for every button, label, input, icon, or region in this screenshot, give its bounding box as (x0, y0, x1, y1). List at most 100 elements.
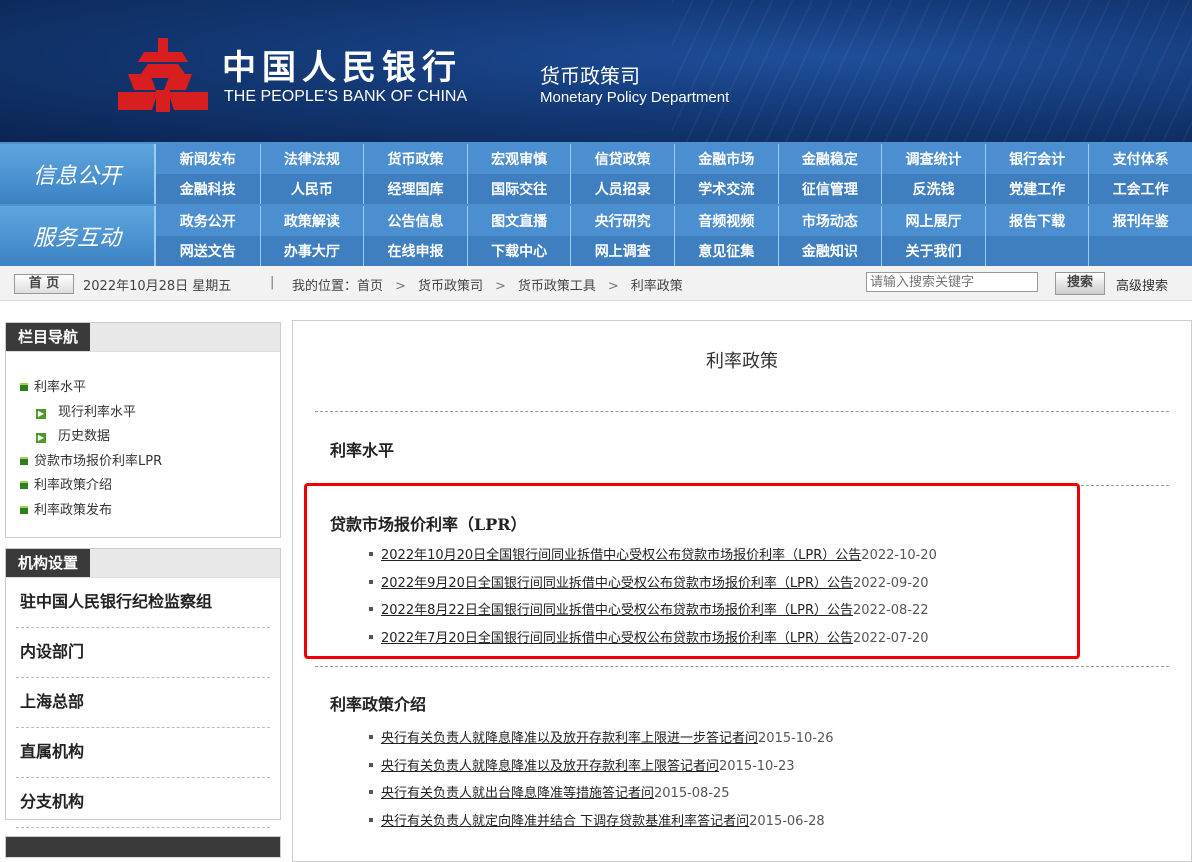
nav-item[interactable]: 音频视频 (673, 206, 778, 236)
article-link[interactable]: 2022年9月20日全国银行间同业拆借中心受权公布贷款市场报价利率（LPR）公告 (381, 576, 853, 591)
org-link[interactable]: 上海总部 (16, 678, 270, 728)
section-title-policy-intro[interactable]: 利率政策介绍 (330, 691, 426, 715)
article-link[interactable]: 央行有关负责人就降息降准以及放开存款利率上限答记者问 (381, 759, 719, 774)
sidebar-nav-item[interactable]: 利率政策介绍 (20, 474, 280, 499)
sidebar-nav-item[interactable]: ▶ 历史数据 (20, 425, 280, 450)
nav-item[interactable]: 工会工作 (1088, 174, 1192, 204)
divider (315, 485, 1169, 486)
banner-decoration (672, 0, 1192, 142)
nav-item[interactable]: 学术交流 (673, 174, 778, 204)
nav-item[interactable]: 政务公开 (156, 206, 260, 236)
org-link[interactable]: 内设部门 (16, 628, 270, 678)
nav-item[interactable]: 调查统计 (881, 144, 985, 174)
nav-category-info[interactable]: 信息公开 (0, 144, 156, 204)
bullet-icon (369, 579, 373, 584)
nav-item[interactable]: 人民币 (259, 174, 364, 204)
org-header: 机构设置 (6, 549, 280, 578)
nav-item[interactable]: 党建工作 (984, 174, 1089, 204)
nav-item[interactable] (984, 236, 1089, 266)
nav-item[interactable]: 办事大厅 (259, 236, 364, 266)
nav-item[interactable]: 关于我们 (881, 236, 985, 266)
arrow-right-icon: ▶ (36, 433, 46, 443)
section-title-lpr[interactable]: 贷款市场报价利率（LPR） (330, 511, 527, 535)
nav-item[interactable]: 报告下载 (984, 206, 1089, 236)
bullet-icon (369, 552, 373, 556)
sidebar-nav-label: 历史数据 (58, 429, 111, 444)
article-link[interactable]: 2022年10月20日全国银行间同业拆借中心受权公布贷款市场报价利率（LPR）公… (381, 548, 861, 563)
bullet-icon (369, 762, 373, 767)
nav-item[interactable]: 网上调查 (570, 236, 674, 266)
sidebar-nav-item[interactable]: ▶ 现行利率水平 (20, 401, 280, 426)
nav-item[interactable]: 报刊年鉴 (1088, 206, 1192, 236)
more-panel (5, 836, 281, 858)
nav-item[interactable]: 金融市场 (673, 144, 778, 174)
breadcrumb-bar: 首 页 2022年10月28日 星期五 | 我的位置：首页 > 货币政策司 > 货币政策… (0, 266, 1192, 301)
column-nav-list: 利率水平 ▶ 现行利率水平 ▶ 历史数据贷款市场报价利率LPR 利率政策介绍 利率政策发布 (6, 352, 280, 523)
article-link[interactable]: 央行有关负责人就出台降息降准等措施答记者问 (381, 786, 654, 801)
advanced-search-link[interactable]: 高级搜索 (1116, 275, 1168, 294)
article-link[interactable]: 央行有关负责人就降息降准以及放开存款利率上限进一步答记者问 (381, 731, 758, 746)
breadcrumb-dept[interactable]: 货币政策司 (418, 279, 483, 294)
list-item: 2022年7月20日全国银行间同业拆借中心受权公布贷款市场报价利率（LPR）公告… (369, 625, 937, 653)
nav-item[interactable]: 宏观审慎 (466, 144, 571, 174)
breadcrumb-home[interactable]: 首页 (357, 279, 383, 294)
nav-item[interactable]: 信贷政策 (570, 144, 674, 174)
divider (315, 666, 1169, 667)
pboc-logo-icon[interactable] (114, 34, 212, 114)
article-date: 2022-10-20 (861, 548, 937, 563)
nav-item[interactable]: 货币政策 (363, 144, 467, 174)
nav-item[interactable] (1088, 236, 1192, 266)
article-link[interactable]: 央行有关负责人就定向降准并结合 下调存贷款基准利率答记者问 (381, 814, 749, 829)
org-link[interactable]: 直属机构 (16, 728, 270, 778)
nav-item[interactable]: 征信管理 (777, 174, 882, 204)
nav-item[interactable]: 公告信息 (363, 206, 467, 236)
list-item: 央行有关负责人就降息降准以及放开存款利率上限答记者问2015-10-23 (369, 753, 834, 781)
main-nav: 信息公开 新闻发布 法律法规 货币政策 宏观审慎 信贷政策 金融市场 金融稳定 调查统计 银行会… (0, 142, 1192, 266)
nav-item[interactable]: 国际交往 (466, 174, 571, 204)
nav-item[interactable]: 下载中心 (466, 236, 571, 266)
nav-item[interactable]: 新闻发布 (156, 144, 260, 174)
nav-item[interactable]: 在线申报 (363, 236, 467, 266)
policy-intro-list: 央行有关负责人就降息降准以及放开存款利率上限进一步答记者问2015-10-26 央… (369, 725, 834, 835)
sidebar-nav-item[interactable]: 利率政策发布 (20, 499, 280, 524)
article-link[interactable]: 2022年8月22日全国银行间同业拆借中心受权公布贷款市场报价利率（LPR）公告 (381, 603, 853, 618)
nav-item[interactable]: 金融稳定 (777, 144, 882, 174)
section-title-rate-level[interactable]: 利率水平 (330, 437, 394, 461)
search-input[interactable] (866, 272, 1038, 292)
sidebar-nav-item[interactable]: 利率水平 (20, 376, 280, 401)
article-date: 2015-10-23 (719, 758, 795, 774)
org-panel: 机构设置 驻中国人民银行纪检监察组 内设部门 上海总部 直属机构 分支机构 (5, 548, 281, 828)
org-link[interactable]: 驻中国人民银行纪检监察组 (16, 578, 270, 628)
nav-item[interactable]: 支付体系 (1088, 144, 1192, 174)
search-button[interactable]: 搜索 (1055, 272, 1105, 295)
nav-item[interactable]: 人员招录 (570, 174, 674, 204)
breadcrumb-current[interactable]: 利率政策 (631, 279, 683, 294)
nav-item[interactable]: 政策解读 (259, 206, 364, 236)
nav-item[interactable]: 银行会计 (984, 144, 1089, 174)
article-link[interactable]: 2022年7月20日全国银行间同业拆借中心受权公布贷款市场报价利率（LPR）公告 (381, 631, 853, 646)
nav-item[interactable]: 反洗钱 (881, 174, 985, 204)
home-button[interactable]: 首 页 (14, 274, 74, 294)
current-date: 2022年10月28日 星期五 (83, 279, 232, 294)
nav-item[interactable]: 金融知识 (777, 236, 882, 266)
nav-item[interactable]: 金融科技 (156, 174, 260, 204)
org-link[interactable]: 分支机构 (16, 778, 270, 828)
chevron-right-icon: > (395, 279, 406, 294)
page-title: 利率政策 (706, 351, 778, 372)
bank-name-en: THE PEOPLE'S BANK OF CHINA (224, 88, 468, 105)
nav-item[interactable]: 网送文告 (156, 236, 260, 266)
article-date: 2015-08-25 (654, 786, 730, 801)
nav-item[interactable]: 图文直播 (466, 206, 571, 236)
location-label: 我的位置： (292, 279, 358, 294)
nav-item[interactable]: 法律法规 (259, 144, 364, 174)
breadcrumb-tools[interactable]: 货币政策工具 (518, 279, 596, 294)
article-date: 2015-06-28 (749, 813, 825, 829)
nav-item[interactable]: 网上展厅 (881, 206, 985, 236)
list-item: 2022年8月22日全国银行间同业拆借中心受权公布贷款市场报价利率（LPR）公告… (369, 597, 937, 625)
nav-item[interactable]: 意见征集 (673, 236, 778, 266)
nav-item[interactable]: 经理国库 (363, 174, 467, 204)
nav-category-service[interactable]: 服务互动 (0, 206, 156, 266)
nav-item[interactable]: 市场动态 (777, 206, 882, 236)
nav-item[interactable]: 央行研究 (570, 206, 674, 236)
sidebar-nav-item[interactable]: 贷款市场报价利率LPR (20, 450, 280, 475)
